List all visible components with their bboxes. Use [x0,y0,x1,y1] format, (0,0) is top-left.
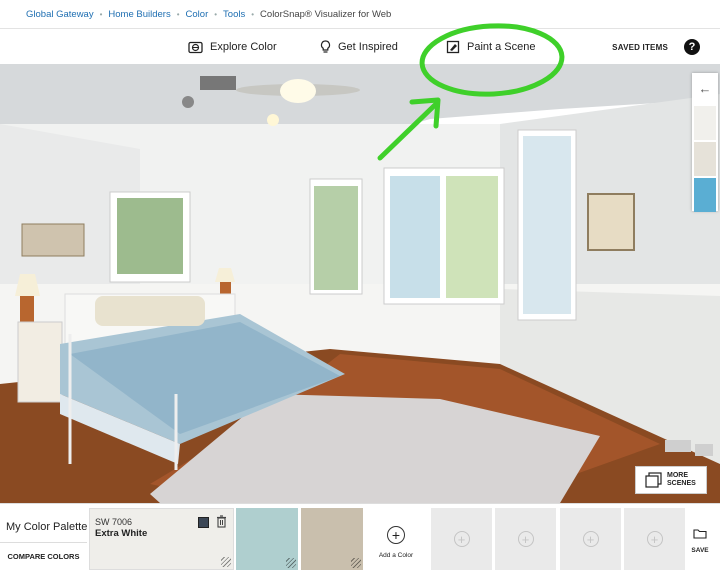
palette-title: My Color Palette [6,521,88,533]
breadcrumb-separator: • [251,9,255,19]
folder-icon [693,529,707,539]
nav-explore-color-label: Explore Color [210,41,277,53]
chip-corner-marker [221,557,231,567]
nav-paint-a-scene[interactable]: Paint a Scene [446,30,536,64]
breadcrumb-color[interactable]: Color [186,9,209,20]
more-scenes-label: MORE SCENES [667,472,696,488]
save-button[interactable]: SAVE [688,526,712,554]
scene-image[interactable] [0,64,720,503]
nav-paint-a-scene-label: Paint a Scene [467,41,536,53]
empty-palette-slot[interactable]: + [431,508,492,570]
nav-explore-color[interactable]: Explore Color [188,30,277,64]
breadcrumb-current: ColorSnap® Visualizer for Web [260,8,392,20]
more-scenes-button[interactable]: MORE SCENES [635,466,707,494]
add-color-label: Add a Color [378,552,414,559]
plus-icon: + [646,531,663,547]
paint-preview-icon[interactable] [198,517,209,528]
save-label: SAVE [691,547,709,554]
empty-palette-slot[interactable]: + [560,508,621,570]
more-scenes-line2: SCENES [667,480,696,487]
scene-swatch-1[interactable] [694,106,716,140]
chip-number: SW 7006 [95,517,133,527]
color-swatch-column: ← [692,73,718,212]
scene-swatch-3[interactable] [694,178,716,212]
chip-corner-marker [351,558,361,568]
breadcrumb: Global Gateway • Home Builders • Color •… [0,0,720,29]
breadcrumb-home-builders[interactable]: Home Builders [108,9,170,20]
color-palette-bar: My Color Palette COMPARE COLORS SW 7006 … [0,503,720,573]
breadcrumb-separator: • [214,9,218,19]
trash-icon[interactable] [216,515,227,528]
saved-items-link[interactable]: SAVED ITEMS [612,30,668,64]
plus-icon: + [517,531,534,547]
breadcrumb-global-gateway[interactable]: Global Gateway [26,9,94,20]
paintbrush-icon [446,40,460,54]
breadcrumb-separator: • [99,9,103,19]
compare-colors-button[interactable]: COMPARE COLORS [0,542,87,569]
plus-icon: + [582,531,599,547]
palette-chip-2[interactable] [236,508,298,570]
top-navigation: Explore Color Get Inspired Paint a Scene… [0,30,720,64]
scene-swatch-2[interactable] [694,142,716,176]
nav-get-inspired-label: Get Inspired [338,41,398,53]
breadcrumb-separator: • [176,9,180,19]
bedroom-scene-illustration [0,64,720,503]
lightbulb-icon [320,40,331,53]
chip-name: Extra White [95,528,148,539]
palette-chip-3[interactable] [301,508,363,570]
breadcrumb-tools[interactable]: Tools [223,9,245,20]
nav-get-inspired[interactable]: Get Inspired [320,30,398,64]
plus-icon: + [453,531,470,547]
more-scenes-line1: MORE [667,472,688,479]
add-circle-icon: + [387,526,405,544]
empty-palette-slot[interactable]: + [495,508,556,570]
add-color-button[interactable]: + Add a Color [368,508,424,570]
help-icon[interactable]: ? [684,39,700,55]
globe-icon [188,41,203,53]
stack-icon [645,472,662,488]
back-arrow-icon[interactable]: ← [692,73,718,104]
empty-palette-slot[interactable]: + [624,508,685,570]
palette-chip-extra-white[interactable]: SW 7006 Extra White [89,508,234,570]
chip-corner-marker [286,558,296,568]
